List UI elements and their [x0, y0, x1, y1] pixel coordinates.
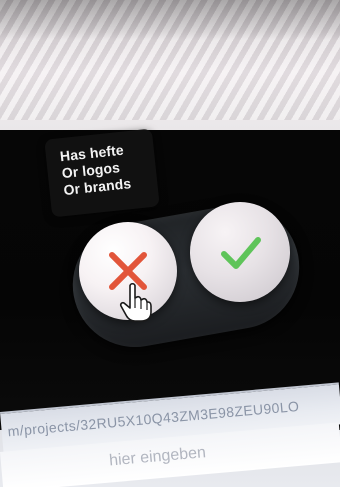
hand-cursor-icon — [119, 282, 152, 322]
tooltip: Has hefte Or logos Or brands — [44, 128, 160, 218]
header-area — [0, 0, 340, 120]
app-screen: Has hefte Or logos Or brands m/projects/… — [0, 0, 340, 487]
header-scribble — [0, 0, 340, 40]
check-icon — [221, 237, 261, 269]
input-placeholder: hier eingeben — [108, 444, 207, 470]
accept-button[interactable] — [190, 202, 290, 302]
